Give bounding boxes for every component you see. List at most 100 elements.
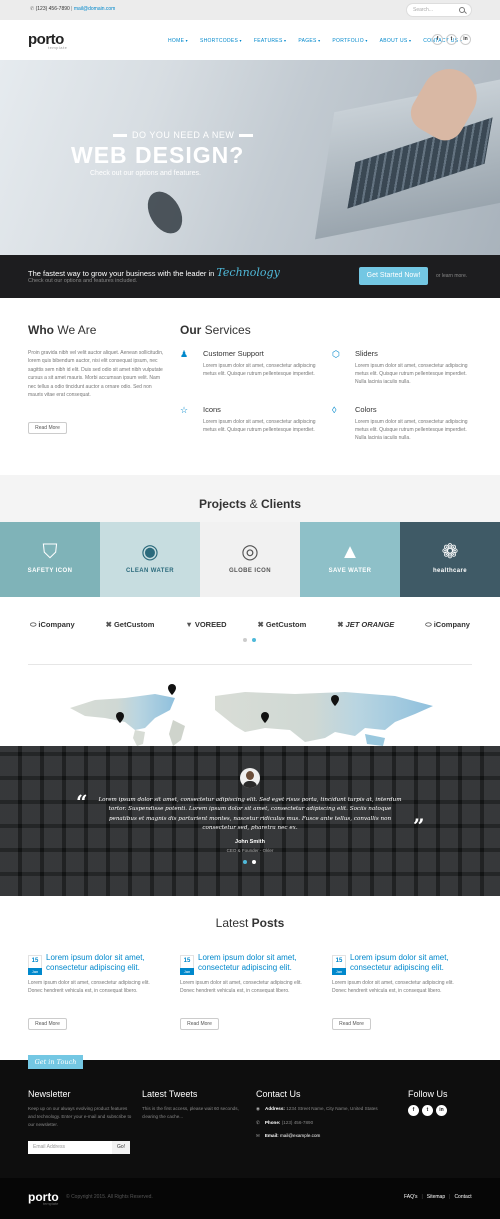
testimonial-role: CEO & Founder - Okler: [226, 848, 274, 853]
nav-features[interactable]: FEATURES: [254, 38, 286, 44]
facebook-icon[interactable]: f: [432, 34, 443, 45]
service-desc: Lorem ipsum dolor sit amet, consectetur …: [203, 419, 316, 434]
footer-logo[interactable]: porto template: [28, 1190, 59, 1206]
nav-home[interactable]: HOME: [168, 38, 188, 44]
copyright: © Copyright 2015. All Rights Reserved.: [66, 1194, 153, 1200]
project-tile[interactable]: ◉ CLEAN WATER: [100, 522, 200, 597]
client-logo[interactable]: ⬭ iCompany: [425, 620, 470, 630]
search-input[interactable]: Search...: [406, 3, 472, 17]
project-tiles: ⛉ SAFETY ICON ◉ CLEAN WATER ◎ GLOBE ICON…: [0, 522, 500, 597]
hero-slider: DO YOU NEED A NEW WEB DESIGN? Check out …: [0, 60, 500, 255]
project-tile[interactable]: ❁ healthcare: [400, 522, 500, 597]
who-we-are-title: Who We Are: [28, 323, 96, 337]
post-title-link[interactable]: Lorem ipsum dolor sit amet, consectetur …: [350, 953, 475, 973]
map-marker-icon[interactable]: [261, 712, 269, 723]
service-desc: Lorem ipsum dolor sit amet, consectetur …: [355, 363, 468, 386]
map-marker-icon[interactable]: [331, 695, 339, 706]
who-title-rest: We Are: [54, 323, 97, 337]
services-title-rest: Services: [201, 323, 251, 337]
post-read-more-button[interactable]: Read More: [332, 1018, 371, 1030]
carousel-dot[interactable]: [252, 860, 256, 864]
post-month: Jan: [180, 968, 194, 975]
client-logo[interactable]: ⬭ iCompany: [30, 620, 75, 630]
post-read-more-button[interactable]: Read More: [28, 1018, 67, 1030]
search-icon[interactable]: [459, 7, 465, 13]
map-markers: [116, 684, 339, 723]
client-name: JET ORANGE: [345, 620, 395, 629]
project-tile-label: SAFETY ICON: [27, 568, 73, 574]
logo[interactable]: porto template: [28, 31, 67, 50]
email-link[interactable]: mail@example.com: [280, 1133, 320, 1138]
who-read-more-button[interactable]: Read More: [28, 422, 67, 434]
testimonial-quote: Lorem ipsum dolor sit amet, consectetur …: [98, 797, 402, 831]
client-logo[interactable]: ✖ GetCustom: [106, 620, 155, 630]
client-logo-icon: ⬭: [425, 620, 432, 629]
hero-subtitle: Check out our options and features.: [90, 170, 201, 177]
newsletter-email-input[interactable]: Email Address: [28, 1141, 112, 1154]
post-title-link[interactable]: Lorem ipsum dolor sit amet, consectetur …: [198, 953, 323, 973]
client-name: VOREED: [194, 620, 227, 629]
project-tile[interactable]: ◎ GLOBE ICON: [200, 522, 300, 597]
logo-sub: template: [48, 45, 68, 50]
nav-portfolio[interactable]: PORTFOLIO: [332, 38, 367, 44]
get-in-touch-tab[interactable]: Get in Touch: [28, 1055, 83, 1069]
facebook-icon[interactable]: f: [408, 1105, 419, 1116]
nav-shortcodes[interactable]: SHORTCODES: [200, 38, 242, 44]
hero-mouse-image: [140, 185, 190, 240]
client-name: GetCustom: [113, 620, 155, 629]
footer-links: FAQ's | Sitemap | Contact: [404, 1194, 472, 1200]
nav-about-us[interactable]: ABOUT US: [380, 38, 412, 44]
twitter-icon[interactable]: t: [446, 34, 457, 45]
client-name: GetCustom: [265, 620, 307, 629]
project-tile[interactable]: ▲ SAVE WATER: [300, 522, 400, 597]
testimonial-section: “ Lorem ipsum dolor sit amet, consectetu…: [0, 746, 500, 896]
get-started-button[interactable]: Get Started Now!: [359, 267, 428, 285]
cta-title-text: The fastest way to grow your business wi…: [28, 269, 215, 278]
newsletter-go-button[interactable]: Go!: [112, 1141, 130, 1154]
follow-title: Follow Us: [408, 1089, 448, 1099]
learn-more-link[interactable]: or learn more.: [436, 273, 467, 279]
link-separator: |: [449, 1194, 451, 1200]
client-logo[interactable]: ✖ JET ORANGE: [337, 620, 394, 630]
post-excerpt: Lorem ipsum dolor sit amet, consectetur …: [332, 980, 454, 995]
footer-link-contact[interactable]: Contact: [454, 1194, 471, 1200]
carousel-dot-active[interactable]: [243, 860, 247, 864]
user-icon: ♟: [180, 349, 189, 359]
contact-title: Contact Us: [256, 1089, 301, 1099]
map-marker-icon[interactable]: [168, 684, 176, 695]
post-date: 15 Jan: [28, 955, 42, 975]
carousel-dot[interactable]: [243, 638, 247, 642]
post-excerpt: Lorem ipsum dolor sit amet, consectetur …: [28, 980, 150, 995]
service-desc: Lorem ipsum dolor sit amet, consectetur …: [355, 419, 468, 442]
post-title-link[interactable]: Lorem ipsum dolor sit amet, consectetur …: [46, 953, 171, 973]
globe-icon: ◎: [241, 541, 259, 563]
newsletter-text: Keep up on our always evolving product f…: [28, 1106, 132, 1128]
divider: [28, 664, 472, 665]
email-label: Email:: [264, 1133, 279, 1138]
map-marker-icon[interactable]: [116, 712, 124, 723]
top-email-link[interactable]: mail@domain.com: [74, 6, 115, 12]
project-tile[interactable]: ⛉ SAFETY ICON: [0, 522, 100, 597]
service-title: Colors: [355, 405, 377, 414]
client-logos: ⬭ iCompany ✖ GetCustom ▼ VOREED ✖ GetCustom …: [30, 620, 470, 630]
client-logo[interactable]: ✖ GetCustom: [258, 620, 307, 630]
twitter-icon[interactable]: t: [422, 1105, 433, 1116]
phone-label: Phone:: [264, 1120, 281, 1125]
nav-pages[interactable]: PAGES: [298, 38, 320, 44]
post-read-more-button[interactable]: Read More: [180, 1018, 219, 1030]
call-to-action: The fastest way to grow your business wi…: [0, 255, 500, 298]
post-month: Jan: [28, 968, 42, 975]
footer-link-faqs[interactable]: FAQ's: [404, 1194, 417, 1200]
client-logo[interactable]: ▼ VOREED: [185, 620, 226, 630]
project-tile-label: CLEAN WATER: [126, 568, 174, 574]
client-logo-icon: ✖: [105, 620, 112, 629]
client-logo-icon: ▼: [185, 620, 193, 629]
carousel-dot-active[interactable]: [252, 638, 256, 642]
contact-email: ✉ Email: mail@example.com: [256, 1133, 320, 1139]
posts-title-bold: Posts: [251, 916, 285, 930]
linkedin-icon[interactable]: in: [436, 1105, 447, 1116]
linkedin-icon[interactable]: in: [460, 34, 471, 45]
post-day: 15: [31, 958, 39, 964]
footer-link-sitemap[interactable]: Sitemap: [427, 1194, 445, 1200]
latest-posts-title: Latest Posts: [0, 916, 500, 930]
